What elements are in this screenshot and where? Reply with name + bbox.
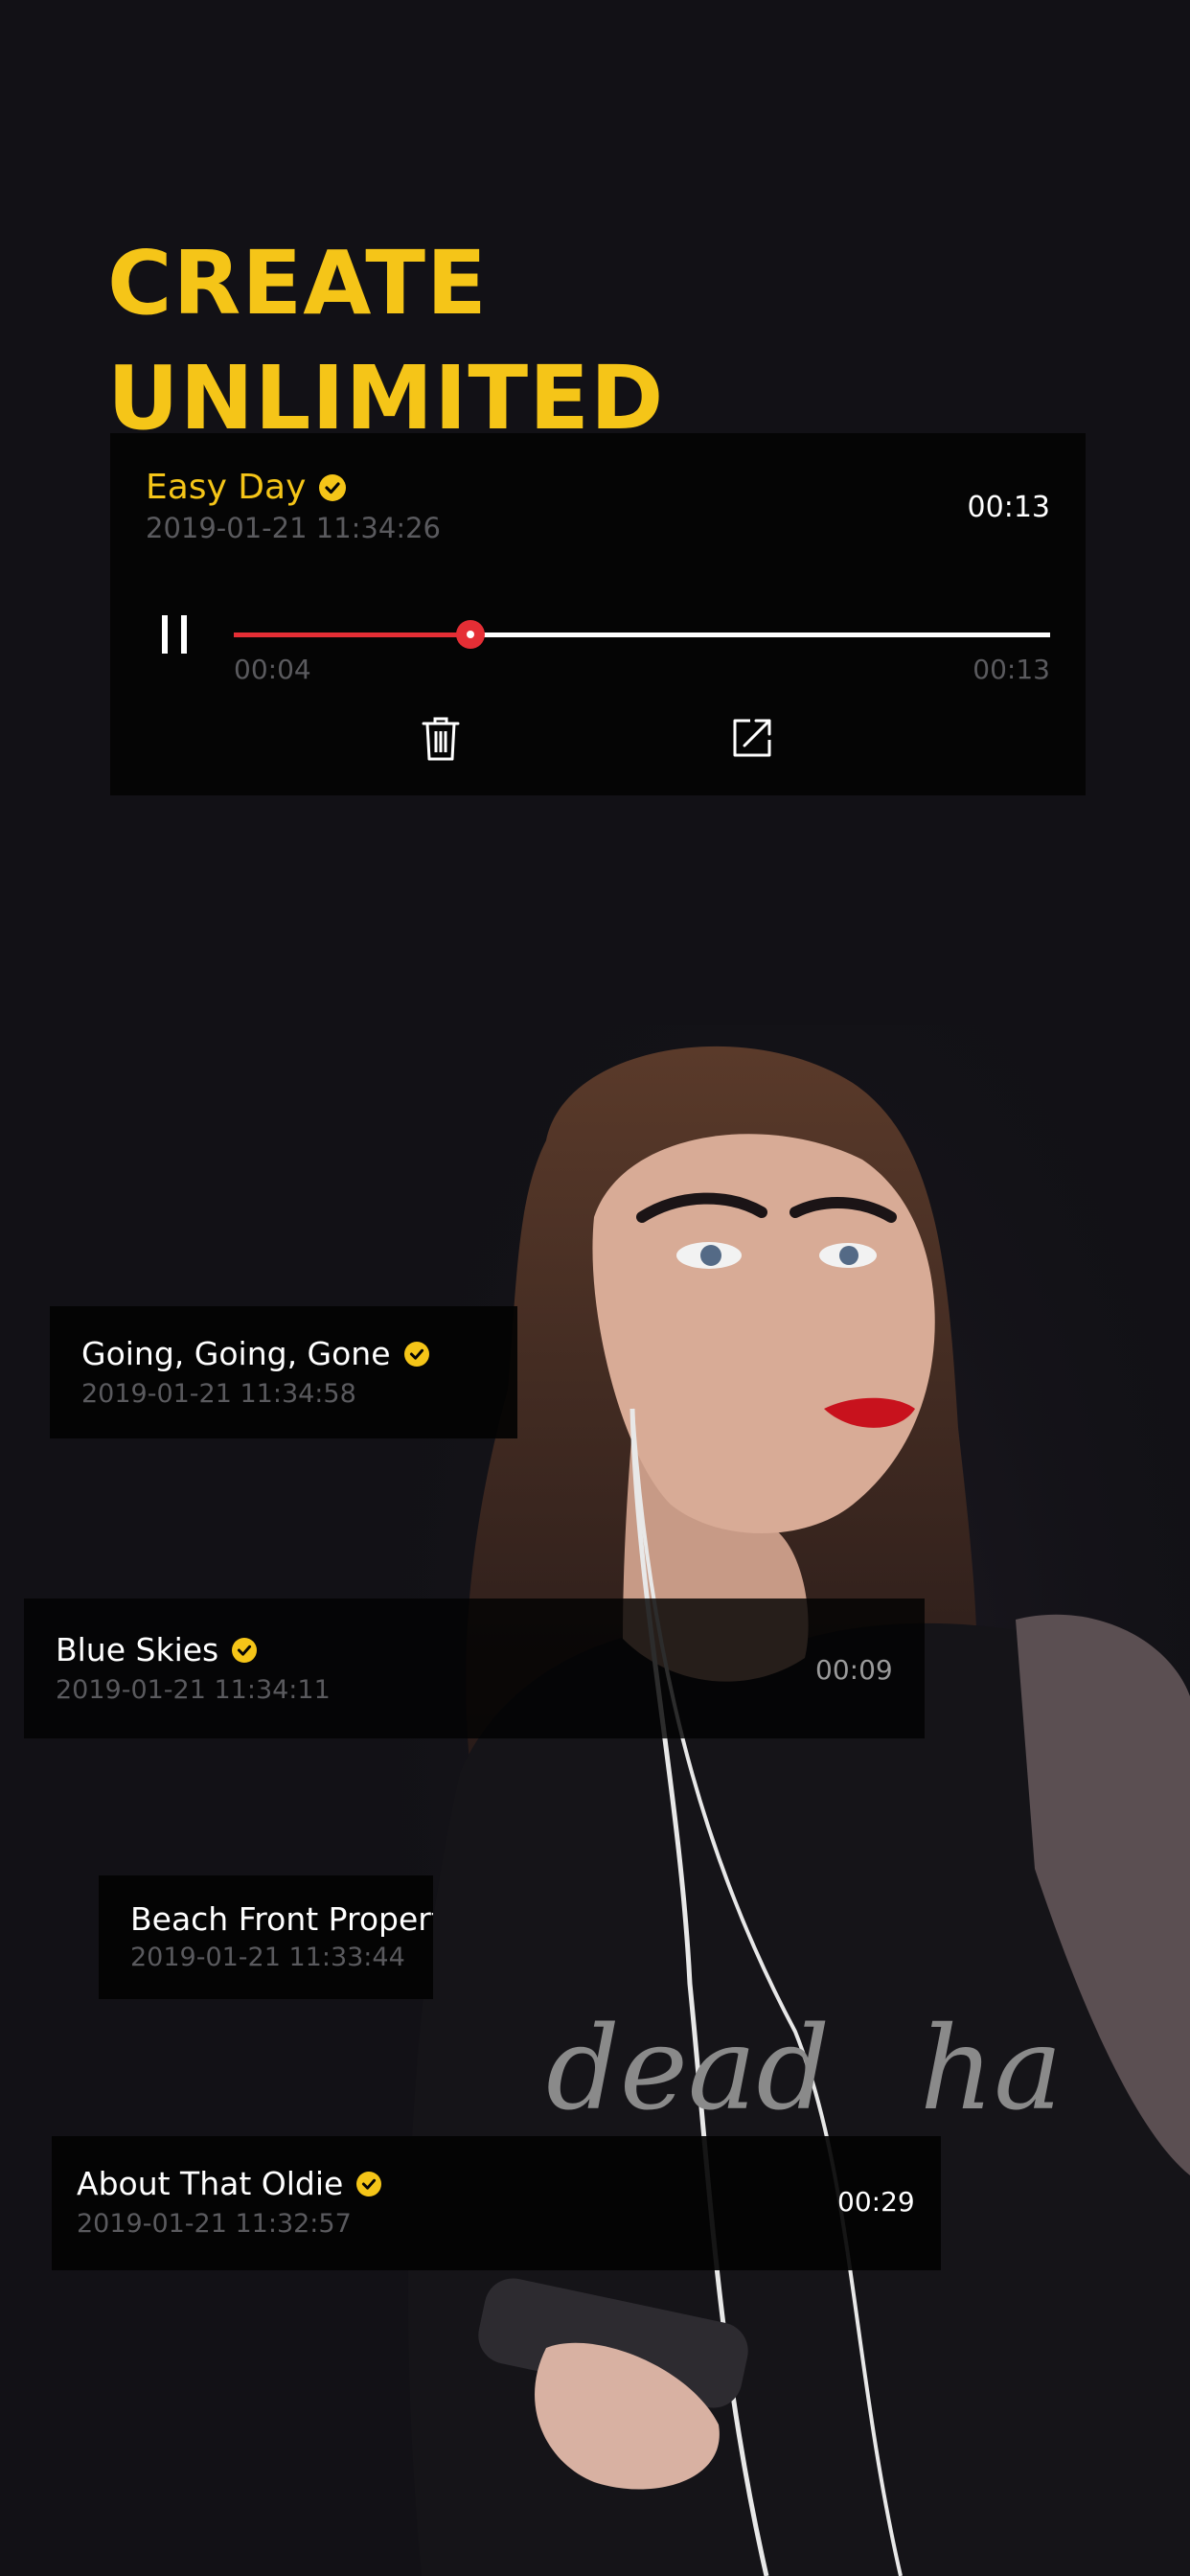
ringtone-title: About That Oldie [77, 2165, 344, 2202]
player-card[interactable]: Easy Day 2019-01-21 11:34:26 00:13 00:04… [110, 433, 1086, 795]
ringtone-item[interactable]: Beach Front Property 2019-01-21 11:33:44 [99, 1875, 433, 1999]
ringtone-title-row: Going, Going, Gone [81, 1335, 429, 1372]
ringtone-title-row: About That Oldie [77, 2165, 382, 2202]
player-duration: 00:13 [967, 491, 1050, 524]
ringtone-date: 2019-01-21 11:33:44 [130, 1943, 405, 1972]
ringtone-date: 2019-01-21 11:34:58 [81, 1379, 356, 1409]
ringtone-title-row: Beach Front Property [130, 1900, 433, 1938]
player-title: Easy Day [146, 468, 307, 507]
share-icon[interactable] [731, 717, 773, 759]
progress-fill [234, 632, 471, 637]
ringtone-date: 2019-01-21 11:34:11 [56, 1675, 331, 1705]
progress-slider[interactable] [234, 620, 1050, 649]
total-time: 00:13 [973, 654, 1050, 685]
player-title-row: Easy Day [146, 468, 347, 507]
svg-text:dead: dead [546, 2003, 830, 2136]
ringtone-item[interactable]: Blue Skies 2019-01-21 11:34:11 00:09 [24, 1598, 925, 1738]
current-time: 00:04 [234, 654, 311, 685]
ringtone-title-row: Blue Skies [56, 1631, 258, 1668]
ringtone-date: 2019-01-21 11:32:57 [77, 2209, 352, 2239]
svg-text:ha: ha [920, 2003, 1063, 2136]
verified-check-icon [403, 1341, 429, 1367]
pause-button[interactable] [156, 615, 195, 654]
verified-check-icon [356, 2171, 382, 2196]
person-with-earphones-photo: dead ha [402, 1025, 1190, 2576]
headline-line-1: CREATE [107, 232, 488, 334]
ringtone-duration: 00:29 [837, 2186, 915, 2218]
verified-check-icon [232, 1637, 258, 1663]
verified-check-icon [319, 473, 347, 501]
ringtone-duration: 00:09 [815, 1654, 893, 1686]
progress-knob[interactable] [456, 620, 486, 649]
ringtone-item[interactable]: Going, Going, Gone 2019-01-21 11:34:58 [50, 1306, 517, 1438]
ringtone-title: Blue Skies [56, 1631, 219, 1668]
ringtone-title: Going, Going, Gone [81, 1335, 391, 1372]
ringtone-item[interactable]: About That Oldie 2019-01-21 11:32:57 00:… [52, 2136, 941, 2270]
ringtone-title: Beach Front Property [130, 1900, 433, 1938]
player-date: 2019-01-21 11:34:26 [146, 512, 441, 544]
trash-icon[interactable] [420, 716, 462, 762]
pause-icon [162, 615, 168, 654]
